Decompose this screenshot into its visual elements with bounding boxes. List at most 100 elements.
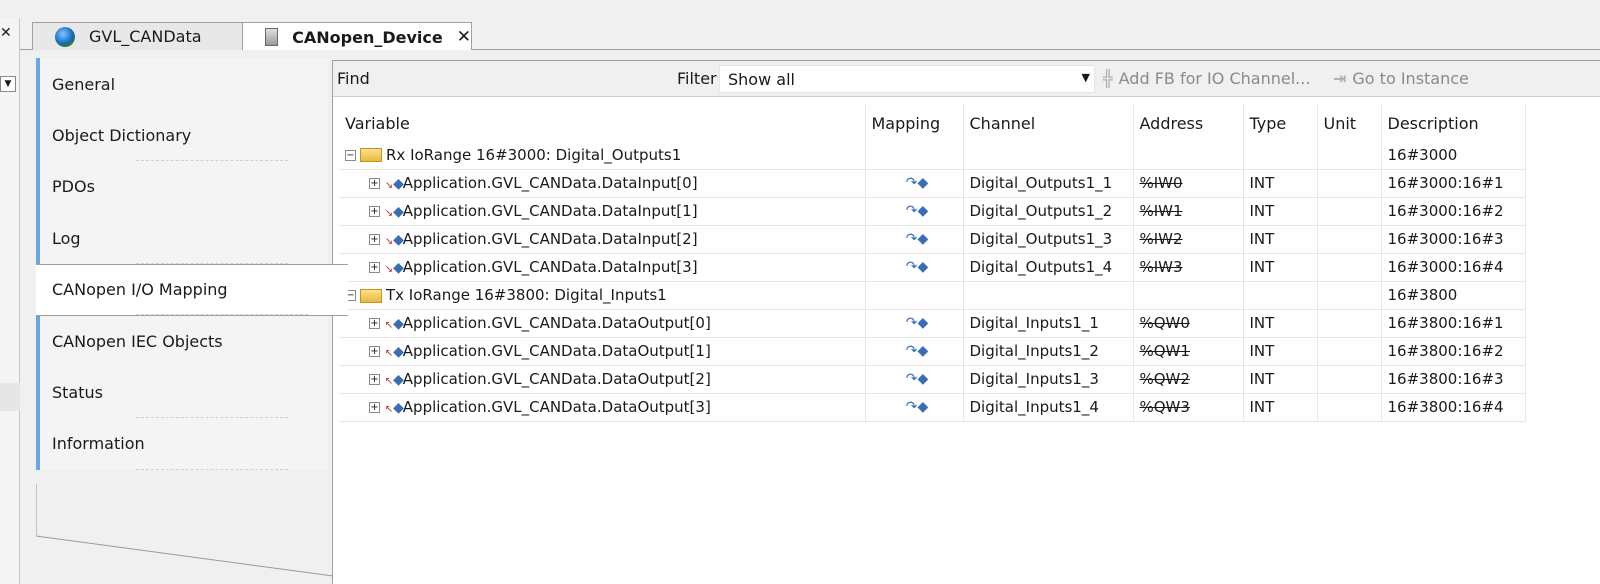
column-header-variable[interactable]: Variable [339,105,866,141]
table-row[interactable]: + ↘◆Application.GVL_CANData.DataInput[2]… [339,225,1526,254]
accent-bar [36,160,40,213]
sidebar-item-status[interactable]: Status [36,366,328,419]
column-header-channel[interactable]: Channel [963,105,1134,141]
address-cell [1133,281,1244,310]
sidebar-item-label: Information [52,434,145,454]
find-label: Find [337,69,370,88]
expand-icon[interactable]: + [369,374,380,385]
group-row[interactable]: − Tx IoRange 16#3800: Digital_Inputs1 16#3… [339,281,1526,310]
find-input[interactable] [375,65,675,91]
sidebar-item-information[interactable]: Information [36,417,328,470]
type-cell: INT [1243,393,1318,422]
table-row[interactable]: + ↘◆Application.GVL_CANData.DataInput[3]… [339,253,1526,282]
variable-cell[interactable]: + ↘◆Application.GVL_CANData.DataInput[2] [339,225,866,254]
type-cell: INT [1243,169,1318,198]
mapping-icon[interactable]: ↷◆ [872,175,963,191]
channel-cell [963,281,1134,310]
mapping-icon[interactable]: ↷◆ [872,203,963,219]
mapping-cell[interactable]: ↷◆ [865,169,964,198]
table-row[interactable]: + ↖◆Application.GVL_CANData.DataOutput[0… [339,309,1526,338]
filter-select[interactable]: Show all ▼ [719,65,1095,93]
description-cell: 16#3800:16#4 [1381,393,1526,422]
sidebar-item-log[interactable]: Log [36,212,328,265]
sidebar-item-pdos[interactable]: PDOs [36,160,328,213]
expand-icon[interactable]: + [369,234,380,245]
column-header-unit[interactable]: Unit [1317,105,1382,141]
accent-bar [36,366,40,419]
variable-name: Application.GVL_CANData.DataInput[3] [402,258,698,276]
tab-canopen-device[interactable]: CANopen_Device ✕ [242,22,472,51]
variable-cell[interactable]: + ↘◆Application.GVL_CANData.DataInput[0] [339,169,866,198]
expand-icon[interactable]: + [369,318,380,329]
sidebar-item-object-dictionary[interactable]: Object Dictionary [36,109,328,162]
mapping-cell[interactable]: ↷◆ [865,225,964,254]
mapping-cell[interactable]: ↷◆ [865,365,964,394]
variable-cell[interactable]: + ↖◆Application.GVL_CANData.DataOutput[3… [339,393,866,422]
sidebar-item-label: Log [52,228,81,248]
mapping-icon[interactable]: ↷◆ [872,231,963,247]
variable-cell[interactable]: + ↖◆Application.GVL_CANData.DataOutput[0… [339,309,866,338]
type-cell [1243,281,1318,310]
chevron-down-icon[interactable]: ▼ [0,76,16,92]
mapping-cell[interactable]: ↷◆ [865,337,964,366]
sidebar-item-general[interactable]: General [36,58,328,110]
unit-cell [1317,225,1382,254]
collapse-icon[interactable]: − [345,149,356,161]
go-to-instance-button[interactable]: ⇥ Go to Instance [1333,69,1469,88]
add-fb-button[interactable]: ╬ Add FB for IO Channel... [1103,69,1310,88]
tab-gvl-candata[interactable]: GVL_CANData [32,22,254,50]
variable-cell[interactable]: + ↘◆Application.GVL_CANData.DataInput[3] [339,253,866,282]
mapping-icon[interactable]: ↷◆ [872,343,963,359]
channel-cell: Digital_Outputs1_2 [963,197,1134,226]
variable-cell[interactable]: + ↖◆Application.GVL_CANData.DataOutput[2… [339,365,866,394]
table-row[interactable]: + ↖◆Application.GVL_CANData.DataOutput[1… [339,337,1526,366]
expand-icon[interactable]: + [369,346,380,357]
address-cell: %QW3 [1133,393,1244,422]
mapping-cell[interactable]: ↷◆ [865,253,964,282]
column-header-mapping[interactable]: Mapping [865,105,964,141]
group-row[interactable]: − Rx IoRange 16#3000: Digital_Outputs1 16#… [339,141,1526,170]
mapping-icon[interactable]: ↷◆ [872,315,963,331]
unit-cell [1317,365,1382,394]
description-cell: 16#3000:16#1 [1381,169,1526,198]
channel-cell: Digital_Inputs1_1 [963,309,1134,338]
tab-label: CANopen_Device [292,27,443,47]
close-icon[interactable]: ✕ [0,25,12,41]
dock-selection-highlight [0,383,20,411]
expand-icon[interactable]: + [369,262,380,273]
filter-value: Show all [728,70,795,89]
table-row[interactable]: + ↘◆Application.GVL_CANData.DataInput[1]… [339,197,1526,226]
column-header-address[interactable]: Address [1133,105,1244,141]
group-cell: − Rx IoRange 16#3000: Digital_Outputs1 [339,141,866,170]
column-header-description[interactable]: Description [1381,105,1526,141]
variable-cell[interactable]: + ↘◆Application.GVL_CANData.DataInput[1] [339,197,866,226]
channel-cell: Digital_Inputs1_3 [963,365,1134,394]
variable-cell[interactable]: + ↖◆Application.GVL_CANData.DataOutput[1… [339,337,866,366]
variable-name: Application.GVL_CANData.DataOutput[3] [402,398,711,416]
accent-bar [36,109,40,162]
table-row[interactable]: + ↖◆Application.GVL_CANData.DataOutput[2… [339,365,1526,394]
description-cell: 16#3800:16#1 [1381,309,1526,338]
sidebar-item-canopen-i-o-mapping[interactable]: CANopen I/O Mapping [36,263,348,316]
mapping-icon[interactable]: ↷◆ [872,259,963,275]
mapping-icon[interactable]: ↷◆ [872,399,963,415]
expand-icon[interactable]: + [369,402,380,413]
chevron-down-icon[interactable]: ▼ [1082,71,1090,84]
expand-icon[interactable]: + [369,206,380,217]
mapping-cell[interactable]: ↷◆ [865,197,964,226]
sidebar-item-label: General [52,74,116,94]
accent-bar [36,212,40,265]
table-row[interactable]: + ↘◆Application.GVL_CANData.DataInput[0]… [339,169,1526,198]
table-row[interactable]: + ↖◆Application.GVL_CANData.DataOutput[3… [339,393,1526,422]
variable-mapping-icon: ↘◆ [384,231,404,248]
sidebar-item-canopen-iec-objects[interactable]: CANopen IEC Objects [36,315,328,367]
column-header-type[interactable]: Type [1243,105,1318,141]
close-icon[interactable]: ✕ [457,27,471,47]
description-cell: 16#3000:16#3 [1381,225,1526,254]
mapping-cell[interactable]: ↷◆ [865,309,964,338]
unit-cell [1317,253,1382,282]
unit-cell [1317,309,1382,338]
mapping-icon[interactable]: ↷◆ [872,371,963,387]
mapping-cell[interactable]: ↷◆ [865,393,964,422]
expand-icon[interactable]: + [369,178,380,189]
